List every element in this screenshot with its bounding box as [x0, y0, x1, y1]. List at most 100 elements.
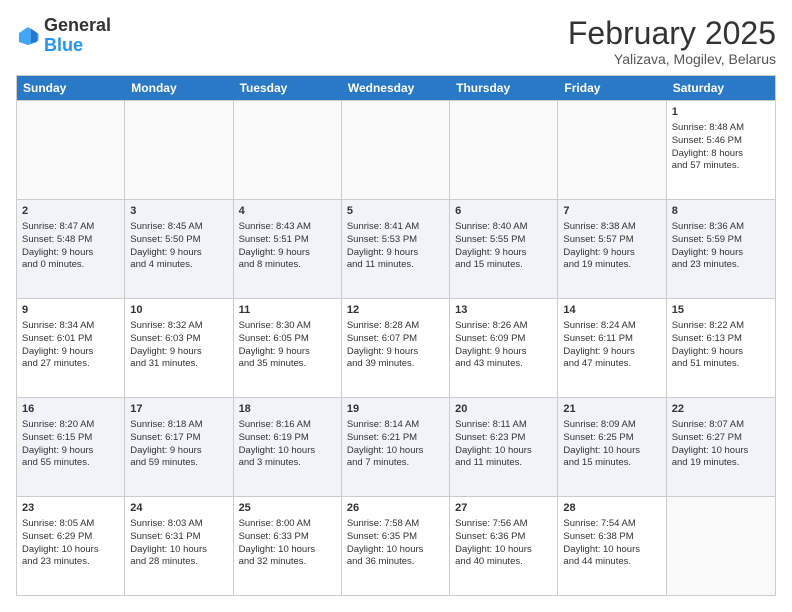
calendar-cell: 10 Sunrise: 8:32 AMSunset: 6:03 PMDayligh… — [125, 299, 233, 397]
day-number: 28 — [563, 501, 660, 516]
calendar-week-1: 1Sunrise: 8:48 AMSunset: 5:46 PMDaylight… — [17, 100, 775, 199]
day-info: Daylight: 9 hours — [130, 445, 227, 458]
calendar-cell — [450, 101, 558, 199]
calendar-cell: 4Sunrise: 8:43 AMSunset: 5:51 PMDaylight… — [234, 200, 342, 298]
day-info: Sunrise: 8:30 AM — [239, 320, 336, 333]
day-number: 14 — [563, 303, 660, 318]
day-info: Daylight: 10 hours — [455, 445, 552, 458]
day-number: 1 — [672, 105, 770, 120]
day-info: and 23 minutes. — [672, 259, 770, 272]
day-info: and 36 minutes. — [347, 556, 444, 569]
day-info: Sunset: 6:29 PM — [22, 531, 119, 544]
day-number: 6 — [455, 204, 552, 219]
day-number: 19 — [347, 402, 444, 417]
calendar-cell: 16Sunrise: 8:20 AMSunset: 6:15 PMDayligh… — [17, 398, 125, 496]
day-info: and 15 minutes. — [455, 259, 552, 272]
day-number: 18 — [239, 402, 336, 417]
calendar-cell: 27Sunrise: 7:56 AMSunset: 6:36 PMDayligh… — [450, 497, 558, 595]
day-info: Sunrise: 8:22 AM — [672, 320, 770, 333]
header-day-wednesday: Wednesday — [342, 76, 450, 100]
header-day-friday: Friday — [558, 76, 666, 100]
calendar-cell: 12Sunrise: 8:28 AMSunset: 6:07 PMDayligh… — [342, 299, 450, 397]
calendar-cell — [17, 101, 125, 199]
day-info: and 39 minutes. — [347, 358, 444, 371]
day-info: and 47 minutes. — [563, 358, 660, 371]
day-info: Sunset: 5:55 PM — [455, 234, 552, 247]
day-number: 17 — [130, 402, 227, 417]
day-info: Sunset: 6:27 PM — [672, 432, 770, 445]
calendar-cell: 14Sunrise: 8:24 AMSunset: 6:11 PMDayligh… — [558, 299, 666, 397]
day-info: and 19 minutes. — [672, 457, 770, 470]
day-info: Sunrise: 8:24 AM — [563, 320, 660, 333]
day-info: Daylight: 10 hours — [347, 544, 444, 557]
day-info: Sunrise: 8:00 AM — [239, 518, 336, 531]
calendar-cell: 7Sunrise: 8:38 AMSunset: 5:57 PMDaylight… — [558, 200, 666, 298]
location-subtitle: Yalizava, Mogilev, Belarus — [568, 51, 776, 67]
day-info: Daylight: 9 hours — [130, 346, 227, 359]
day-info: Daylight: 9 hours — [22, 445, 119, 458]
day-info: Sunrise: 8:14 AM — [347, 419, 444, 432]
calendar-week-2: 2Sunrise: 8:47 AMSunset: 5:48 PMDaylight… — [17, 199, 775, 298]
day-info: Sunset: 6:31 PM — [130, 531, 227, 544]
day-number: 8 — [672, 204, 770, 219]
day-info: Sunset: 6:01 PM — [22, 333, 119, 346]
day-info: and 35 minutes. — [239, 358, 336, 371]
calendar-cell: 22Sunrise: 8:07 AMSunset: 6:27 PMDayligh… — [667, 398, 775, 496]
day-info: Sunset: 6:25 PM — [563, 432, 660, 445]
day-info: Daylight: 10 hours — [672, 445, 770, 458]
day-info: Daylight: 10 hours — [130, 544, 227, 557]
calendar-cell: 19Sunrise: 8:14 AMSunset: 6:21 PMDayligh… — [342, 398, 450, 496]
title-block: February 2025 Yalizava, Mogilev, Belarus — [568, 16, 776, 67]
header-day-saturday: Saturday — [667, 76, 775, 100]
day-info: and 57 minutes. — [672, 160, 770, 173]
day-info: Sunset: 6:07 PM — [347, 333, 444, 346]
day-info: Sunrise: 8:41 AM — [347, 221, 444, 234]
day-info: Sunrise: 8:05 AM — [22, 518, 119, 531]
day-info: Sunrise: 8:45 AM — [130, 221, 227, 234]
day-info: and 4 minutes. — [130, 259, 227, 272]
day-info: and 7 minutes. — [347, 457, 444, 470]
day-info: Sunset: 6:05 PM — [239, 333, 336, 346]
calendar-cell — [125, 101, 233, 199]
day-number: 16 — [22, 402, 119, 417]
day-info: Daylight: 10 hours — [22, 544, 119, 557]
day-info: Sunset: 5:48 PM — [22, 234, 119, 247]
calendar-cell: 18Sunrise: 8:16 AMSunset: 6:19 PMDayligh… — [234, 398, 342, 496]
day-info: Daylight: 9 hours — [239, 346, 336, 359]
day-info: Daylight: 9 hours — [239, 247, 336, 260]
day-number: 2 — [22, 204, 119, 219]
day-number: 21 — [563, 402, 660, 417]
day-info: Sunrise: 8:20 AM — [22, 419, 119, 432]
day-number: 10 — [130, 303, 227, 318]
calendar-cell: 28Sunrise: 7:54 AMSunset: 6:38 PMDayligh… — [558, 497, 666, 595]
day-number: 13 — [455, 303, 552, 318]
day-info: Sunset: 5:50 PM — [130, 234, 227, 247]
day-info: Sunset: 6:13 PM — [672, 333, 770, 346]
day-info: Daylight: 9 hours — [22, 247, 119, 260]
day-info: and 19 minutes. — [563, 259, 660, 272]
day-info: Sunrise: 8:34 AM — [22, 320, 119, 333]
calendar-cell: 25Sunrise: 8:00 AMSunset: 6:33 PMDayligh… — [234, 497, 342, 595]
day-info: Sunrise: 8:32 AM — [130, 320, 227, 333]
day-info: Sunset: 6:23 PM — [455, 432, 552, 445]
calendar-cell: 15Sunrise: 8:22 AMSunset: 6:13 PMDayligh… — [667, 299, 775, 397]
day-info: Daylight: 9 hours — [22, 346, 119, 359]
day-info: Daylight: 9 hours — [455, 247, 552, 260]
day-number: 20 — [455, 402, 552, 417]
day-info: Daylight: 8 hours — [672, 148, 770, 161]
day-info: Sunrise: 8:36 AM — [672, 221, 770, 234]
day-info: Sunset: 6:36 PM — [455, 531, 552, 544]
calendar-cell — [234, 101, 342, 199]
day-info: Sunrise: 8:16 AM — [239, 419, 336, 432]
day-info: Sunset: 6:03 PM — [130, 333, 227, 346]
day-info: Sunrise: 8:47 AM — [22, 221, 119, 234]
calendar-week-5: 23Sunrise: 8:05 AMSunset: 6:29 PMDayligh… — [17, 496, 775, 595]
calendar-cell: 9Sunrise: 8:34 AMSunset: 6:01 PMDaylight… — [17, 299, 125, 397]
day-info: Sunrise: 7:58 AM — [347, 518, 444, 531]
day-info: Daylight: 10 hours — [239, 544, 336, 557]
calendar-cell: 8Sunrise: 8:36 AMSunset: 5:59 PMDaylight… — [667, 200, 775, 298]
day-number: 22 — [672, 402, 770, 417]
day-info: Daylight: 9 hours — [672, 247, 770, 260]
day-info: and 40 minutes. — [455, 556, 552, 569]
calendar-week-3: 9Sunrise: 8:34 AMSunset: 6:01 PMDaylight… — [17, 298, 775, 397]
